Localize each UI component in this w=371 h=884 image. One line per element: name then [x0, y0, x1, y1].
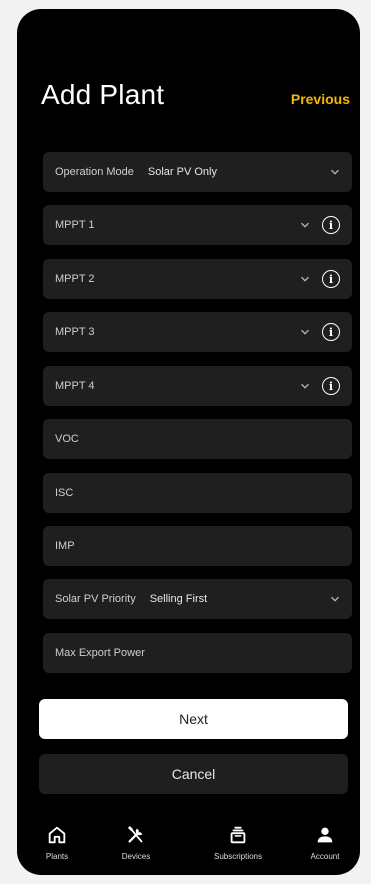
field-label: IMP — [55, 540, 75, 552]
field-label: MPPT 4 — [55, 380, 95, 392]
mppt1-select[interactable]: MPPT 1 i — [43, 205, 352, 245]
info-icon[interactable]: i — [322, 270, 340, 288]
subscriptions-icon — [230, 826, 246, 844]
solar-pv-priority-select[interactable]: Solar PV Priority Selling First — [43, 579, 352, 619]
voc-input[interactable]: VOC — [43, 419, 352, 459]
field-label: MPPT 2 — [55, 273, 95, 285]
tab-label: Subscriptions — [213, 852, 263, 861]
tab-plants[interactable]: Plants — [22, 824, 92, 861]
tab-label: Account — [310, 852, 340, 861]
info-icon[interactable]: i — [322, 323, 340, 341]
chevron-down-icon — [301, 329, 309, 335]
page-title: Add Plant — [41, 79, 165, 110]
tools-icon — [127, 825, 143, 843]
previous-button[interactable]: Previous — [291, 91, 350, 107]
chevron-down-icon — [331, 169, 339, 175]
field-value: Solar PV Only — [147, 166, 217, 178]
field-label: MPPT 1 — [55, 219, 95, 231]
chevron-down-icon — [301, 383, 309, 389]
imp-input[interactable]: IMP — [43, 526, 352, 566]
tab-subscriptions[interactable]: Subscriptions — [203, 824, 273, 861]
tab-devices[interactable]: Devices — [101, 824, 171, 861]
tab-account[interactable]: Account — [290, 824, 360, 861]
info-icon[interactable]: i — [322, 377, 340, 395]
mppt4-select[interactable]: MPPT 4 i — [43, 366, 352, 406]
next-button[interactable]: Next — [39, 699, 348, 739]
tab-label: Devices — [121, 852, 151, 861]
field-value: Selling First — [149, 593, 208, 605]
chevron-down-icon — [301, 276, 309, 282]
app-screen: Add Plant Previous Operation Mode Solar … — [17, 9, 360, 875]
field-label: MPPT 3 — [55, 326, 95, 338]
person-icon — [317, 827, 333, 843]
operation-mode-select[interactable]: Operation Mode Solar PV Only — [43, 152, 352, 192]
isc-input[interactable]: ISC — [43, 473, 352, 513]
mppt3-select[interactable]: MPPT 3 i — [43, 312, 352, 352]
tab-label: Plants — [45, 852, 69, 861]
header: Add Plant Previous — [41, 79, 350, 119]
info-icon[interactable]: i — [322, 216, 340, 234]
field-label: Operation Mode — [55, 166, 134, 178]
field-label: ISC — [55, 487, 74, 499]
cancel-button[interactable]: Cancel — [39, 754, 348, 794]
chevron-down-icon — [301, 222, 309, 228]
bottom-tab-bar: Plants Devices Subscriptions Account — [17, 824, 360, 874]
field-label: VOC — [55, 433, 79, 445]
chevron-down-icon — [331, 596, 339, 602]
field-label: Solar PV Priority — [55, 593, 136, 605]
home-icon — [48, 826, 66, 844]
field-label: Max Export Power — [55, 647, 145, 659]
max-export-power-input[interactable]: Max Export Power — [43, 633, 352, 673]
mppt2-select[interactable]: MPPT 2 i — [43, 259, 352, 299]
